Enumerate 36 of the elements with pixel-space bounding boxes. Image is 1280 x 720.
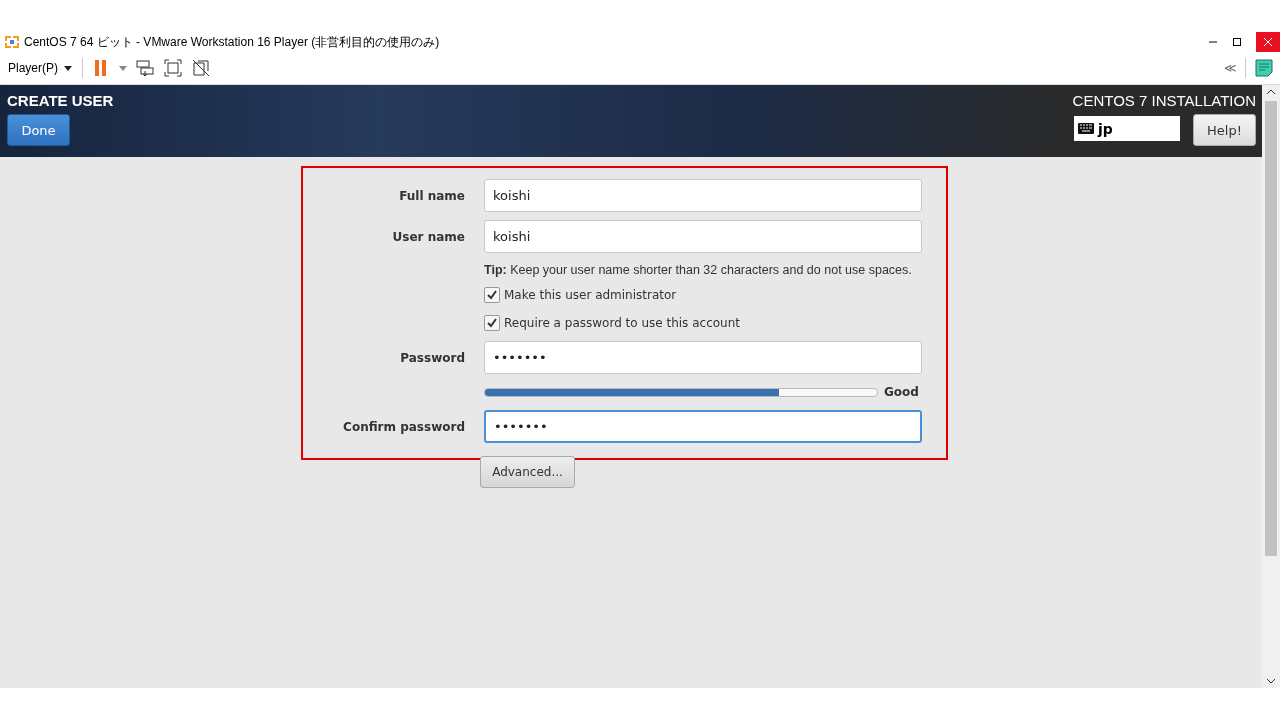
keyboard-layout-indicator[interactable]: jp [1074,116,1180,141]
input-field[interactable]: ••••••• [484,341,922,374]
field-label: Confirm password [342,419,465,434]
tip-text: Tip: Keep your user name shorter than 32 characters and do not use spaces. [484,263,913,277]
collapse-button[interactable]: ≪ [1224,61,1237,75]
field-label: User name [391,229,465,244]
checkbox-label: Require a password to use this account [504,316,740,330]
field-label: Password [399,350,465,365]
window-title: CentOS 7 64 ビット - VMware Workstation 16 Player (非営利目的の使用のみ) [24,33,440,51]
note-icon[interactable] [1254,58,1274,78]
fullscreen-icon[interactable] [163,58,183,78]
input-field[interactable]: koishi [484,179,922,212]
scrollbar[interactable] [1262,85,1280,688]
player-menu[interactable]: Player(P) [6,61,74,75]
field-label: Full name [398,188,465,203]
help-button[interactable]: Help! [1193,114,1256,146]
done-button[interactable]: Done [7,114,70,146]
checkbox[interactable] [484,287,500,303]
input-field[interactable]: koishi [484,220,922,253]
caret-icon[interactable] [119,65,127,71]
close-button[interactable] [1256,32,1280,52]
checkbox[interactable] [484,315,500,331]
input-field[interactable]: ••••••• [484,410,922,443]
screen-title: CREATE USER [7,92,114,110]
checkbox-label: Make this user administrator [504,288,677,302]
app-logo-icon [4,34,20,50]
caret-icon [64,65,72,71]
scroll-down-icon[interactable] [1266,678,1276,684]
send-keys-icon[interactable] [135,58,155,78]
scroll-up-icon[interactable] [1266,89,1276,95]
maximize-icon[interactable] [1232,37,1242,47]
close-icon [1263,37,1273,47]
product-title: CENTOS 7 INSTALLATION [1072,92,1256,110]
unity-icon[interactable] [191,58,211,78]
advanced-button[interactable]: Advanced... [480,456,575,488]
strength-reading: Good [884,385,919,399]
